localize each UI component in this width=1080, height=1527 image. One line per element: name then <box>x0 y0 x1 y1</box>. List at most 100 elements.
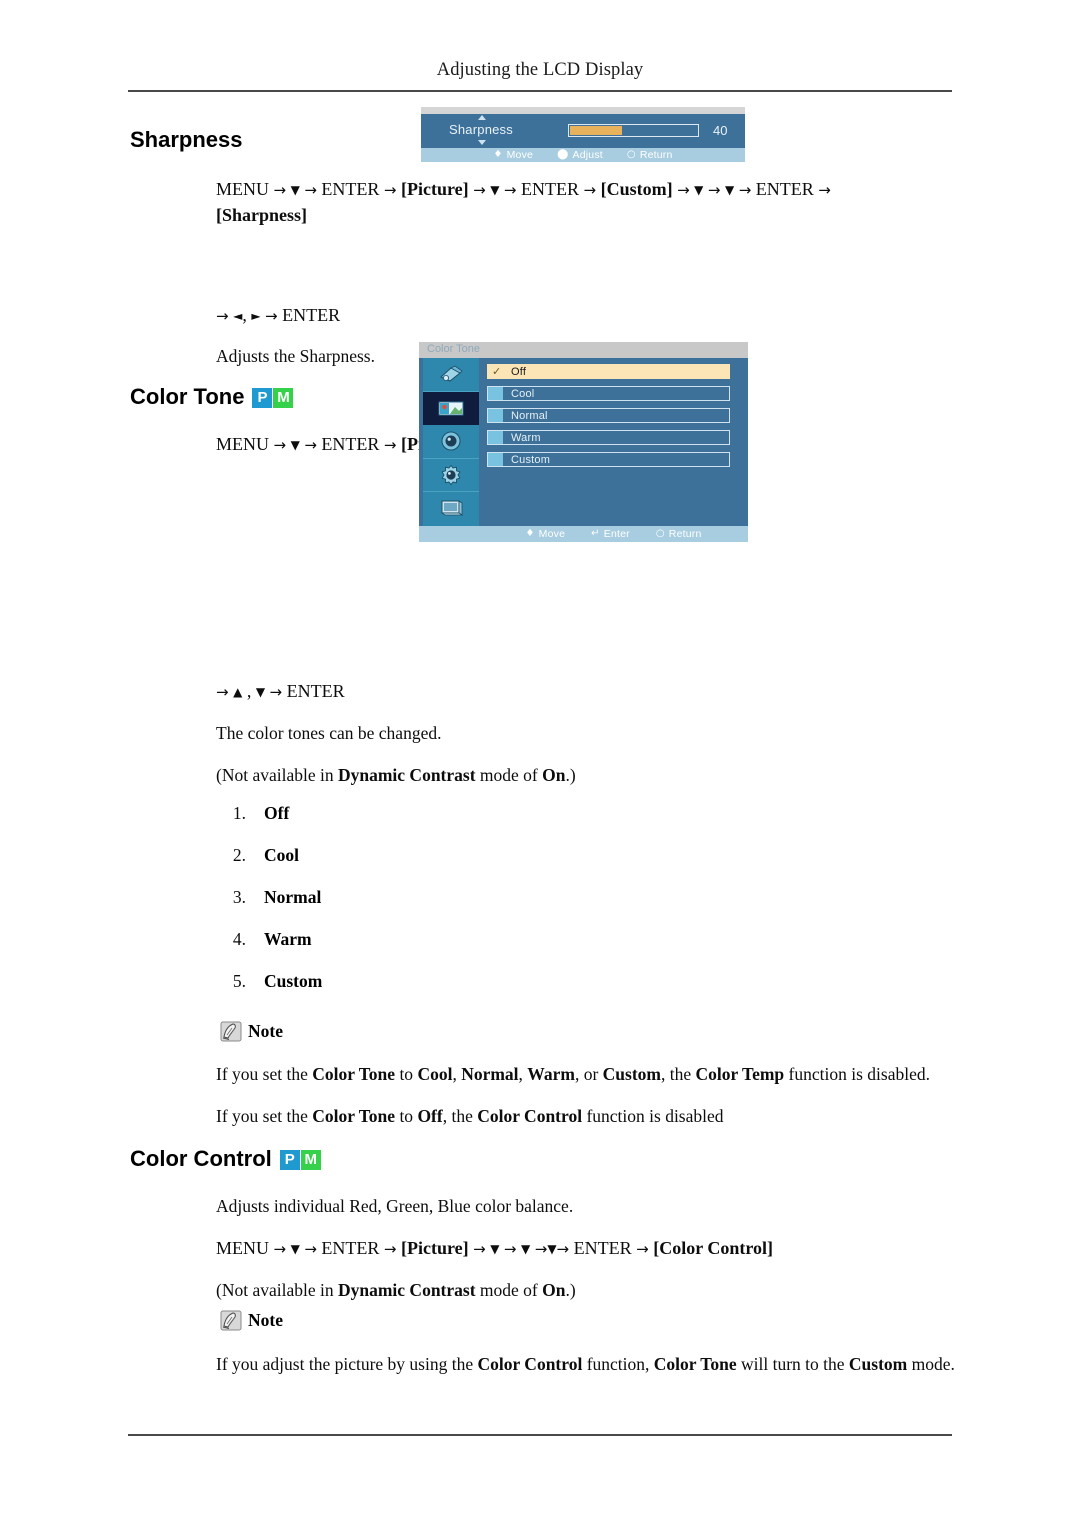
list-item-number: 5. <box>232 971 246 991</box>
page-header-title: Adjusting the LCD Display <box>436 60 644 80</box>
note-label: Note <box>248 1310 283 1330</box>
list-item-label: Cool <box>264 845 299 865</box>
list-item: 2. Cool <box>210 845 322 887</box>
list-item-label: Off <box>264 803 290 823</box>
list-item: 5. Custom <box>210 971 322 1013</box>
list-item-label: Custom <box>264 971 323 991</box>
list-item: 1. Off <box>210 803 322 845</box>
sharpness-nav-line-1: MENU → ▼ → ENTER → [Picture] → ▼ → ENTER… <box>216 179 831 199</box>
osd-color-tone-titlebar: Color Tone <box>419 342 748 358</box>
osd-color-tone-panel: Color Tone ✓ Off Cool Normal Warm Custom… <box>419 342 748 542</box>
caret-down-icon <box>478 140 486 145</box>
sharpness-heading-text: Sharpness <box>130 127 243 152</box>
hint-enter: ↵ Enter <box>591 528 630 540</box>
return-icon: ○ <box>626 149 636 160</box>
page-header: Adjusting the LCD Display <box>0 60 1080 81</box>
caret-up-icon <box>478 115 486 120</box>
sidebar-item-input-source[interactable] <box>423 358 479 392</box>
section-sharpness-title: Sharpness <box>130 127 243 152</box>
sharpness-value: 40 <box>713 123 728 138</box>
option-warm-label: Warm <box>511 431 541 444</box>
note-label: Note <box>248 1021 283 1041</box>
option-swatch <box>488 387 503 400</box>
color-control-badges: P M <box>279 1150 321 1171</box>
color-tone-heading-text: Color Tone <box>130 384 245 409</box>
list-item: 3. Normal <box>210 887 322 929</box>
section-color-tone-title: Color Tone P M <box>130 384 294 409</box>
option-off-label: Off <box>511 365 527 378</box>
hint-adjust-label: Adjust <box>572 149 603 161</box>
sharpness-nav-after: → ◄, ► → ENTER <box>216 305 341 325</box>
hint-return-label: Return <box>668 528 702 540</box>
color-control-note-text: If you adjust the picture by using the C… <box>216 1354 955 1374</box>
sidebar-item-picture[interactable] <box>423 391 479 425</box>
checkmark-icon: ✓ <box>492 365 502 378</box>
enter-icon: ↵ <box>591 528 600 539</box>
move-icon: ♦ <box>525 528 535 539</box>
sharpness-description: Adjusts the Sharpness. <box>216 346 375 366</box>
osd-color-tone-options: ✓ Off Cool Normal Warm Custom <box>487 364 735 474</box>
sharpness-nav-line-2: [Sharpness] <box>216 205 308 226</box>
option-cool[interactable]: Cool <box>487 386 730 401</box>
sidebar-item-sound[interactable] <box>423 425 479 459</box>
option-warm[interactable]: Warm <box>487 430 730 445</box>
hint-move-label: Move <box>506 149 534 161</box>
list-item-label: Warm <box>264 929 312 949</box>
sharpness-slider-track[interactable] <box>568 124 699 137</box>
note-header: Note <box>220 1310 283 1331</box>
osd-color-tone-hintbar: ♦ Move ↵ Enter ○ Return <box>419 526 748 542</box>
option-swatch <box>488 409 503 422</box>
color-control-heading-text: Color Control <box>130 1146 272 1171</box>
footer-divider <box>128 1434 952 1436</box>
option-normal[interactable]: Normal <box>487 408 730 423</box>
color-tone-option-list: 1. Off 2. Cool 3. Normal 4. Warm 5. Cust… <box>210 803 322 1013</box>
osd-color-tone-title: Color Tone <box>427 343 480 355</box>
color-tone-availability-note: (Not available in Dynamic Contrast mode … <box>216 765 576 785</box>
sharpness-slider-fill <box>570 126 622 135</box>
list-item-label: Normal <box>264 887 322 907</box>
color-tone-badges: P M <box>252 388 294 409</box>
document-page: Adjusting the LCD Display Sharpness MENU… <box>0 0 1080 1527</box>
note-hand-icon <box>220 1310 242 1331</box>
osd-sharpness-topbar <box>421 107 745 114</box>
list-item-number: 4. <box>232 929 246 949</box>
option-swatch <box>488 431 503 444</box>
return-icon: ○ <box>655 528 665 539</box>
list-item-number: 2. <box>232 845 246 865</box>
color-tone-note-line-2: If you set the Color Tone to Off, the Co… <box>216 1106 724 1126</box>
option-cool-label: Cool <box>511 387 535 400</box>
list-item-number: 1. <box>232 803 246 823</box>
sharpness-nav-path: MENU → ▼ → ENTER → [Picture] → ▼ → ENTER… <box>216 176 976 228</box>
hint-move-label: Move <box>538 528 566 540</box>
option-swatch <box>488 453 503 466</box>
color-tone-note-line-1: If you set the Color Tone to Cool, Norma… <box>216 1064 930 1084</box>
option-custom[interactable]: Custom <box>487 452 730 467</box>
option-normal-label: Normal <box>511 409 548 422</box>
option-swatch: ✓ <box>488 365 503 378</box>
note-hand-icon <box>220 1021 242 1042</box>
list-item-number: 3. <box>232 887 246 907</box>
hint-return: ○ Return <box>656 528 702 540</box>
osd-sidebar <box>423 358 479 526</box>
hint-adjust: ⬤ Adjust <box>557 149 603 161</box>
option-off[interactable]: ✓ Off <box>487 364 730 379</box>
badge-mdc-icon: M <box>300 1150 321 1171</box>
hint-return-label: Return <box>639 149 673 161</box>
list-item: 4. Warm <box>210 929 322 971</box>
sidebar-item-setup[interactable] <box>423 459 479 492</box>
move-icon: ♦ <box>493 149 503 160</box>
badge-mdc-icon: M <box>273 388 294 409</box>
note-header: Note <box>220 1021 283 1042</box>
color-tone-description: The color tones can be changed. <box>216 723 442 743</box>
osd-sharpness-panel: Sharpness 40 ♦ Move ⬤ Adjust ○ Return <box>421 107 745 162</box>
badge-picture-mode-icon: P <box>279 1150 300 1171</box>
option-custom-label: Custom <box>511 453 551 466</box>
header-divider <box>128 90 952 92</box>
color-control-description: Adjusts individual Red, Green, Blue colo… <box>216 1196 574 1216</box>
hint-return: ○ Return <box>627 149 673 161</box>
picture-icon <box>438 401 464 416</box>
color-tone-nav-after: → ▲ , ▼ → ENTER <box>216 681 345 701</box>
sidebar-item-monitor[interactable] <box>423 492 479 526</box>
hint-move: ♦ Move <box>525 528 565 540</box>
osd-sharpness-row: Sharpness 40 <box>421 114 745 148</box>
